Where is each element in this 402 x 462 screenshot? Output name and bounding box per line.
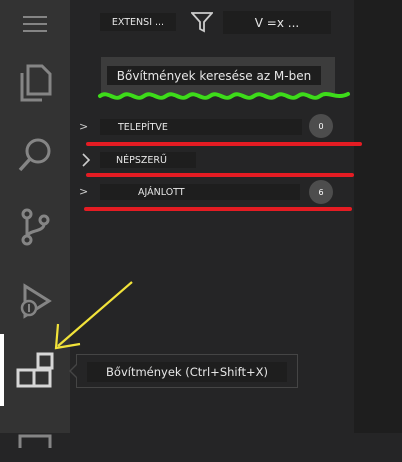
chevron-right-icon[interactable]: >: [79, 121, 88, 132]
red-underline-annotation: [86, 173, 354, 177]
section-recommended[interactable]: AJÁNLOTT: [100, 184, 300, 200]
section-label: AJÁNLOTT: [138, 186, 185, 198]
tooltip-pointer-fill: [71, 365, 77, 377]
count-badge: 6: [309, 180, 333, 204]
red-underline-annotation: [84, 207, 352, 211]
extensions-icon[interactable]: [14, 350, 56, 392]
account-icon[interactable]: [14, 420, 56, 462]
source-control-icon[interactable]: [14, 206, 56, 248]
section-installed[interactable]: TELEPÍTVE: [100, 119, 302, 135]
section-label: NÉPSZERŰ: [116, 154, 167, 166]
active-indicator: [0, 334, 4, 406]
tooltip-text: Bővítmények (Ctrl+Shift+X): [87, 362, 287, 382]
filter-icon[interactable]: [191, 11, 213, 33]
more-actions-button[interactable]: V =x ...: [223, 11, 331, 34]
count-badge: 0: [309, 114, 333, 138]
chevron-right-icon[interactable]: >: [79, 186, 88, 197]
red-underline-annotation: [86, 142, 362, 146]
yellow-arrow-annotation: [54, 281, 133, 350]
green-underline-annotation: [98, 92, 350, 100]
search-input[interactable]: Bővítmények keresése az M-ben: [107, 66, 321, 85]
editor-area: [354, 0, 402, 433]
section-popular[interactable]: NÉPSZERŰ: [100, 152, 196, 168]
search-icon[interactable]: [14, 134, 56, 176]
section-label: TELEPÍTVE: [118, 121, 168, 133]
menu-icon[interactable]: [14, 3, 56, 45]
extensions-tooltip: Bővítmények (Ctrl+Shift+X): [76, 354, 298, 388]
chevron-right-icon[interactable]: [81, 153, 91, 167]
files-icon[interactable]: [14, 62, 56, 104]
view-title: EXTENSI ...: [100, 13, 176, 31]
activity-bar: [0, 0, 70, 448]
